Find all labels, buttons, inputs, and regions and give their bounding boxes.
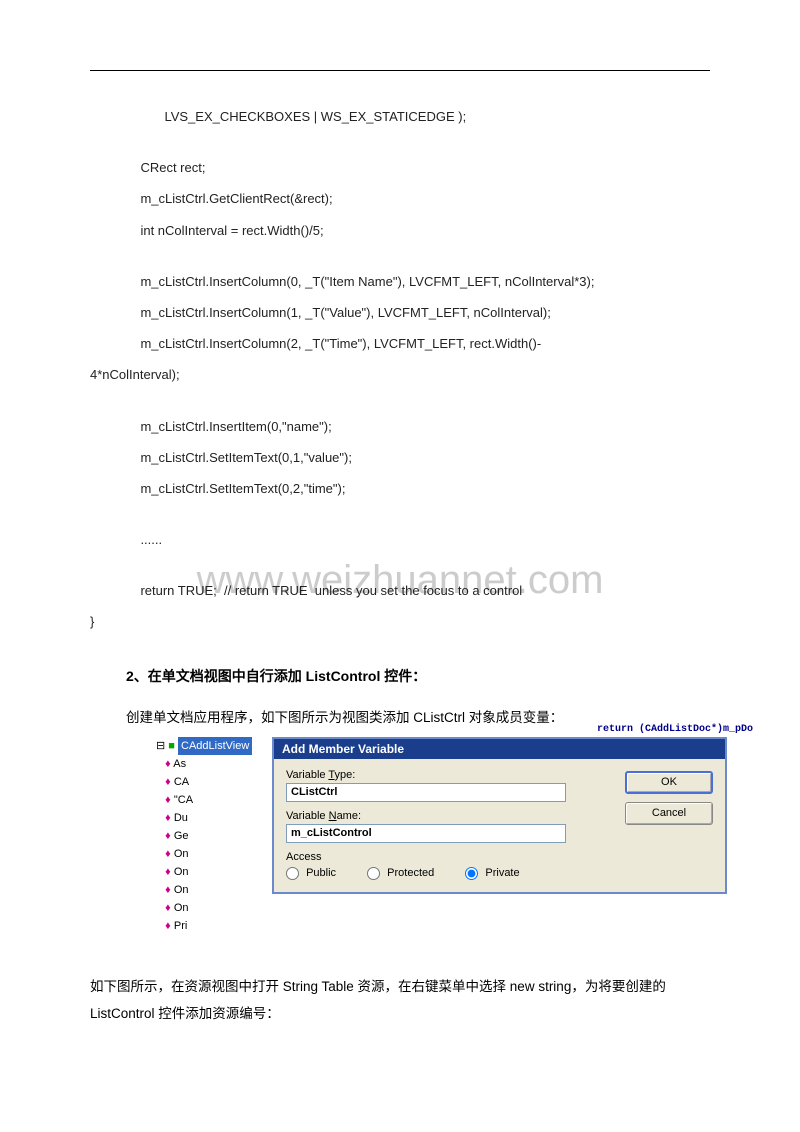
access-group-label: Access [286, 851, 713, 863]
tree-item[interactable]: ♦ Ge [150, 827, 272, 845]
add-member-variable-dialog: Add Member Variable OK Cancel Variable T… [272, 737, 727, 894]
page-top-rule [90, 70, 710, 71]
variable-type-input[interactable] [286, 783, 566, 802]
tree-item[interactable]: ♦ As [150, 755, 272, 773]
code-line: m_cListCtrl.InsertColumn(2, _T("Time"), … [90, 328, 710, 359]
code-line: m_cListCtrl.InsertColumn(1, _T("Value"),… [90, 297, 710, 328]
dialog-screenshot: return (CAddListDoc*)m_pDo ⊟ ■ CAddListV… [150, 737, 750, 957]
tree-item[interactable]: ♦ On [150, 845, 272, 863]
section-heading-2: 2、在单文档视图中自行添加 ListControl 控件： [126, 666, 710, 686]
paragraph-2: 如下图所示，在资源视图中打开 String Table 资源，在右键菜单中选择 … [90, 973, 710, 1027]
radio-protected[interactable]: Protected [367, 867, 434, 879]
code-line: m_cListCtrl.GetClientRect(&rect); [90, 183, 710, 214]
code-line: ...... [90, 524, 710, 555]
code-line: m_cListCtrl.InsertColumn(0, _T("Item Nam… [90, 266, 710, 297]
ok-button[interactable]: OK [625, 771, 713, 794]
tree-item[interactable]: ♦ CA [150, 773, 272, 791]
code-line: } [90, 606, 710, 637]
tree-root[interactable]: ⊟ ■ CAddListView [150, 737, 272, 755]
code-snippet-overlay: return (CAddListDoc*)m_pDo [594, 723, 756, 736]
tree-item[interactable]: ♦ On [150, 863, 272, 881]
code-line: int nColInterval = rect.Width()/5; [90, 215, 710, 246]
code-line: return TRUE; // return TRUE unless you s… [90, 575, 710, 606]
tree-item[interactable]: ♦ "CA [150, 791, 272, 809]
tree-item[interactable]: ♦ Du [150, 809, 272, 827]
variable-name-input[interactable] [286, 824, 566, 843]
code-line: 4*nColInterval); [90, 359, 710, 390]
tree-item[interactable]: ♦ Pri [150, 917, 272, 935]
code-line: LVS_EX_CHECKBOXES | WS_EX_STATICEDGE ); [90, 101, 710, 132]
radio-public[interactable]: Public [286, 867, 336, 879]
code-line: CRect rect; [90, 152, 710, 183]
radio-private[interactable]: Private [465, 867, 519, 879]
class-tree: ⊟ ■ CAddListView ♦ As ♦ CA ♦ "CA ♦ Du ♦ … [150, 737, 272, 957]
tree-item[interactable]: ♦ On [150, 881, 272, 899]
tree-item[interactable]: ♦ On [150, 899, 272, 917]
code-line: m_cListCtrl.SetItemText(0,1,"value"); [90, 442, 710, 473]
code-line: m_cListCtrl.SetItemText(0,2,"time"); [90, 473, 710, 504]
cancel-button[interactable]: Cancel [625, 802, 713, 825]
dialog-title-bar: Add Member Variable [274, 737, 725, 759]
code-line: m_cListCtrl.InsertItem(0,"name"); [90, 411, 710, 442]
